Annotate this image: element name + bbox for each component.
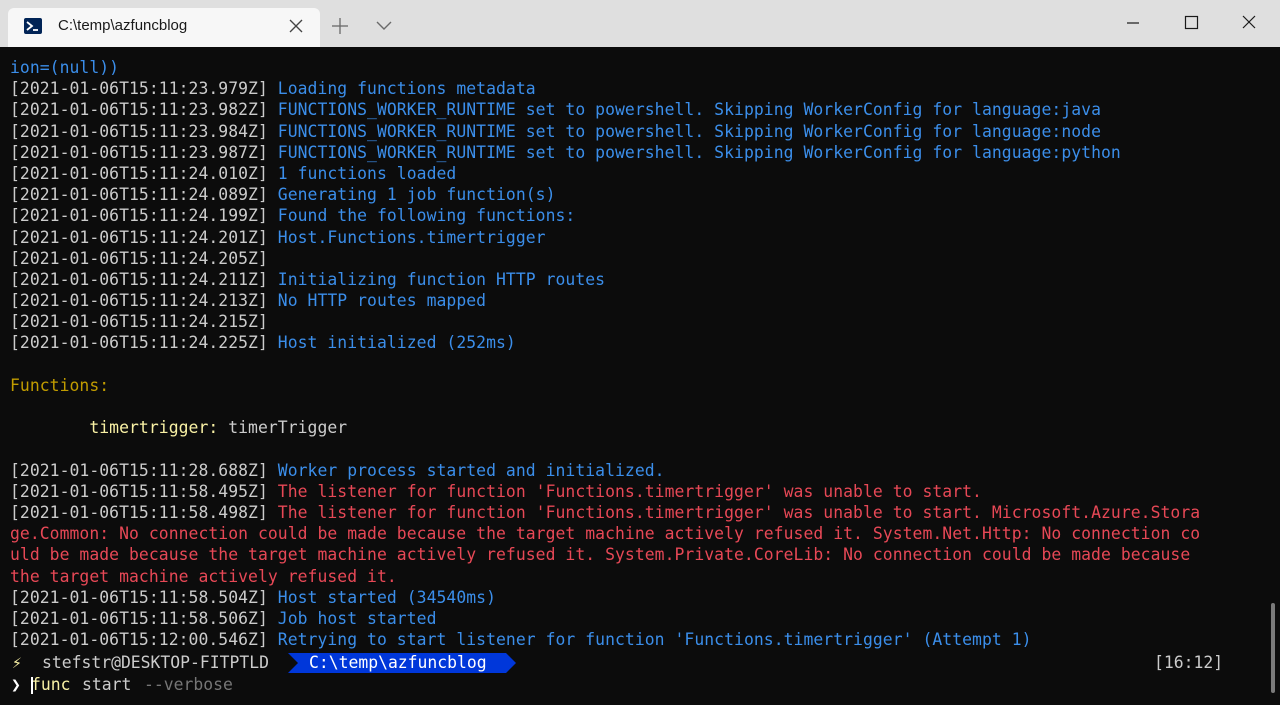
log-error-message: the target machine actively refused it. <box>10 566 397 586</box>
log-line: the target machine actively refused it. <box>10 566 1280 587</box>
log-line: [2021-01-06T15:11:58.495Z] The listener … <box>10 481 1280 502</box>
log-line: [2021-01-06T15:11:24.010Z] 1 functions l… <box>10 163 1280 184</box>
log-timestamp: [2021-01-06T15:11:24.225Z] <box>10 333 268 353</box>
log-line: [2021-01-06T15:11:24.213Z] No HTTP route… <box>10 290 1280 311</box>
log-line: [2021-01-06T15:11:23.982Z] FUNCTIONS_WOR… <box>10 99 1280 120</box>
log-line: [2021-01-06T15:11:24.225Z] Host initiali… <box>10 332 1280 353</box>
log-line: timertrigger: timerTrigger <box>10 417 1280 438</box>
log-timestamp: [2021-01-06T15:11:24.199Z] <box>10 206 268 226</box>
log-line: [2021-01-06T15:11:24.211Z] Initializing … <box>10 269 1280 290</box>
log-line: ion=(null)) <box>10 57 1280 78</box>
command-arg[interactable]: start <box>82 674 131 696</box>
text-cursor <box>31 677 33 694</box>
log-timestamp: [2021-01-06T15:11:23.979Z] <box>10 79 268 99</box>
log-timestamp: [2021-01-06T15:11:23.987Z] <box>10 142 268 162</box>
log-line: ge.Common: No connection could be made b… <box>10 523 1280 544</box>
log-timestamp: [2021-01-06T15:11:24.089Z] <box>10 185 268 205</box>
log-timestamp: [2021-01-06T15:11:58.498Z] <box>10 502 268 522</box>
log-line: [2021-01-06T15:11:23.987Z] FUNCTIONS_WOR… <box>10 142 1280 163</box>
prompt-path: C:\temp\azfuncblog <box>309 653 487 672</box>
log-timestamp: [2021-01-06T15:11:24.211Z] <box>10 269 268 289</box>
log-line: [2021-01-06T15:11:23.984Z] FUNCTIONS_WOR… <box>10 121 1280 142</box>
log-line: [2021-01-06T15:11:23.979Z] Loading funct… <box>10 78 1280 99</box>
log-message: Host.Functions.timertrigger <box>267 227 546 247</box>
log-timestamp: [2021-01-06T15:11:23.984Z] <box>10 121 268 141</box>
command-line[interactable]: ❯ func start --verbose <box>0 674 1280 696</box>
command-name[interactable]: func <box>31 674 70 696</box>
prompt-path-segment: C:\temp\azfuncblog <box>288 653 516 673</box>
log-timestamp: [2021-01-06T15:11:24.010Z] <box>10 163 268 183</box>
lightning-icon: ⚡ <box>12 653 22 672</box>
log-error-message: The listener for function 'Functions.tim… <box>267 502 1201 522</box>
prompt-user-host: stefstr@DESKTOP-FITPTLD <box>42 653 269 672</box>
log-error-message: ge.Common: No connection could be made b… <box>10 524 1201 544</box>
log-message: Initializing function HTTP routes <box>267 269 606 289</box>
log-timestamp: [2021-01-06T15:11:58.504Z] <box>10 587 268 607</box>
log-message: No HTTP routes mapped <box>267 291 487 311</box>
log-message: FUNCTIONS_WORKER_RUNTIME set to powershe… <box>267 121 1101 141</box>
tab-title: C:\temp\azfuncblog <box>58 17 188 34</box>
log-message: Job host started <box>267 608 437 628</box>
close-tab-icon[interactable] <box>286 16 306 36</box>
prompt-chevron-icon: ❯ <box>11 675 21 694</box>
log-message: ion=(null)) <box>10 58 120 77</box>
log-message: Worker process started and initialized. <box>267 460 665 480</box>
log-line: [2021-01-06T15:11:24.089Z] Generating 1 … <box>10 184 1280 205</box>
log-line: [2021-01-06T15:11:58.498Z] The listener … <box>10 502 1280 523</box>
chevron-down-icon[interactable] <box>374 16 394 36</box>
log-line: [2021-01-06T15:11:58.506Z] Job host star… <box>10 608 1280 629</box>
command-flag[interactable]: --verbose <box>144 674 233 696</box>
prompt-time: [16:12] <box>1154 653 1224 672</box>
powershell-icon <box>24 18 42 34</box>
title-bar: C:\temp\azfuncblog <box>0 0 1280 47</box>
log-line: uld be made because the target machine a… <box>10 544 1280 565</box>
log-line: [2021-01-06T15:12:00.546Z] Retrying to s… <box>10 629 1280 650</box>
function-name: timertrigger: <box>10 418 219 438</box>
close-window-icon[interactable] <box>1226 10 1272 36</box>
log-message: FUNCTIONS_WORKER_RUNTIME set to powershe… <box>267 100 1101 120</box>
prompt-line: ⚡ stefstr@DESKTOP-FITPTLD C:\temp\azfunc… <box>0 652 1280 674</box>
maximize-icon[interactable] <box>1168 10 1214 36</box>
log-message: Loading functions metadata <box>267 79 536 99</box>
log-line: [2021-01-06T15:11:24.215Z] <box>10 311 1280 332</box>
log-timestamp: [2021-01-06T15:11:24.215Z] <box>10 312 268 332</box>
terminal-output[interactable]: ion=(null)) [2021-01-06T15:11:23.979Z] Lo… <box>0 47 1280 705</box>
log-message: Generating 1 job function(s) <box>267 185 556 205</box>
log-timestamp: [2021-01-06T15:11:24.205Z] <box>10 248 268 268</box>
log-line: [2021-01-06T15:11:28.688Z] Worker proces… <box>10 460 1280 481</box>
log-message: 1 functions loaded <box>267 163 457 183</box>
log-message: FUNCTIONS_WORKER_RUNTIME set to powershe… <box>267 142 1121 162</box>
log-line: Functions: <box>10 375 1280 396</box>
section-heading: Functions: <box>10 375 110 395</box>
log-lines: ion=(null)) [2021-01-06T15:11:23.979Z] Lo… <box>10 57 1280 650</box>
log-line: [2021-01-06T15:11:58.504Z] Host started … <box>10 587 1280 608</box>
log-message: Found the following functions: <box>267 206 576 226</box>
log-message: Host initialized (252ms) <box>267 333 516 353</box>
function-type: timerTrigger <box>218 418 348 438</box>
log-timestamp: [2021-01-06T15:12:00.546Z] <box>10 630 268 650</box>
log-error-message: The listener for function 'Functions.tim… <box>267 481 982 501</box>
log-timestamp: [2021-01-06T15:11:58.495Z] <box>10 481 268 501</box>
log-timestamp: [2021-01-06T15:11:24.201Z] <box>10 227 268 247</box>
log-line: [2021-01-06T15:11:24.205Z] <box>10 248 1280 269</box>
log-message: Retrying to start listener for function … <box>267 630 1032 650</box>
log-timestamp: [2021-01-06T15:11:24.213Z] <box>10 291 268 311</box>
scrollbar[interactable] <box>1271 603 1275 693</box>
plus-icon[interactable] <box>330 16 350 36</box>
log-message: Host started (34540ms) <box>267 587 496 607</box>
log-line: [2021-01-06T15:11:24.201Z] Host.Function… <box>10 227 1280 248</box>
log-timestamp: [2021-01-06T15:11:28.688Z] <box>10 460 268 480</box>
tab-active[interactable]: C:\temp\azfuncblog <box>8 8 320 47</box>
log-line: [2021-01-06T15:11:24.199Z] Found the fol… <box>10 205 1280 226</box>
log-timestamp: [2021-01-06T15:11:23.982Z] <box>10 100 268 120</box>
minimize-icon[interactable] <box>1110 10 1156 36</box>
log-error-message: uld be made because the target machine a… <box>10 545 1191 565</box>
log-timestamp: [2021-01-06T15:11:58.506Z] <box>10 608 268 628</box>
